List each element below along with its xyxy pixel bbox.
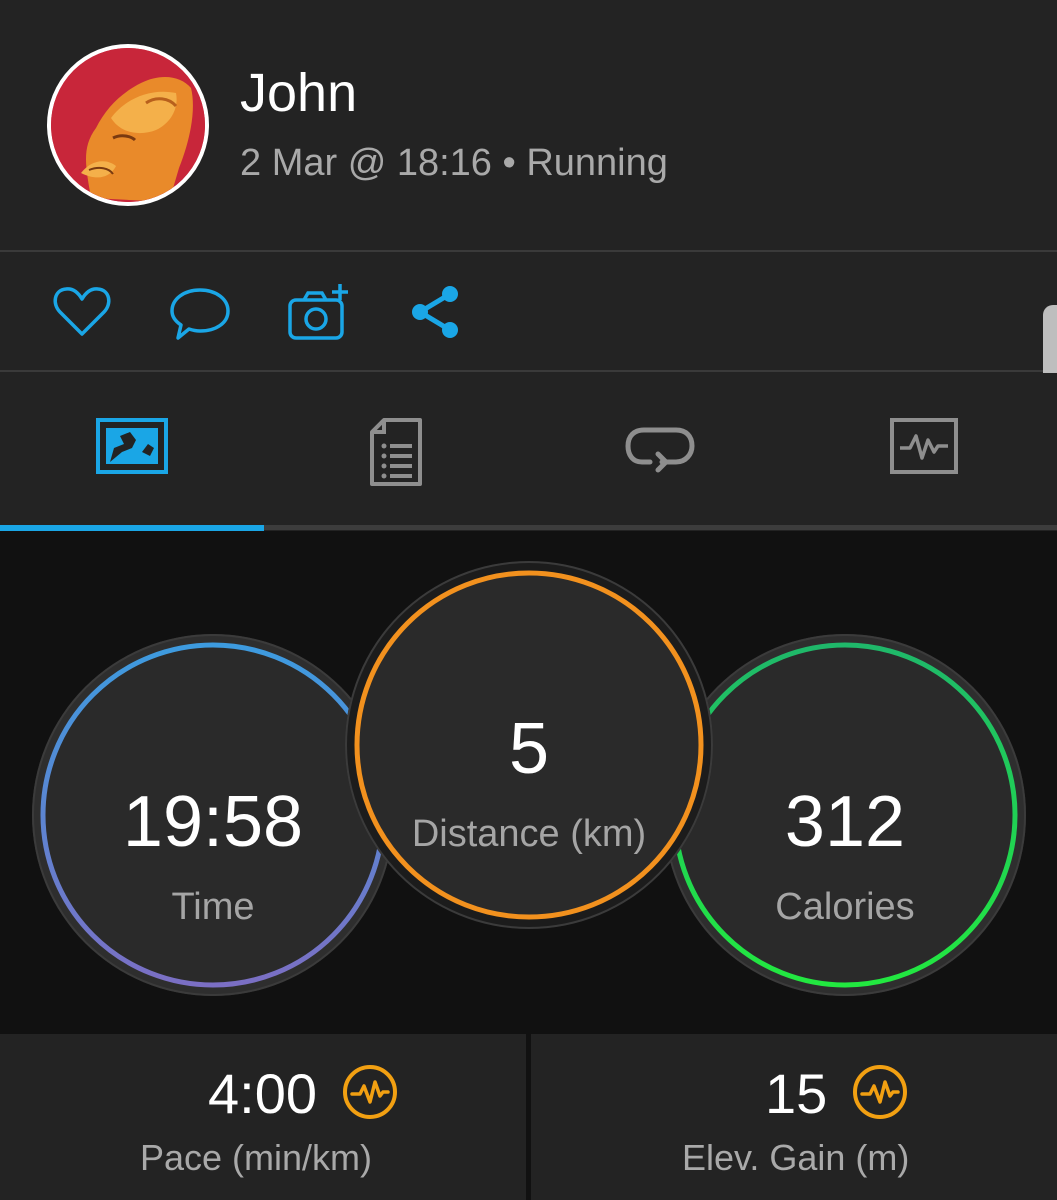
elevation-cell: 15 Elev. Gain (m) bbox=[531, 1034, 1057, 1200]
pace-label: Pace (min/km) bbox=[140, 1137, 373, 1178]
avatar[interactable] bbox=[47, 44, 209, 206]
chart-icon bbox=[890, 418, 958, 474]
stats-panel: 19:58 Time 312 Calories 5 Distance (km) bbox=[0, 531, 1057, 1034]
overview-map-icon bbox=[96, 418, 168, 474]
details-tab[interactable] bbox=[264, 373, 528, 527]
charts-tab[interactable] bbox=[792, 373, 1056, 527]
divider bbox=[0, 370, 1057, 372]
lion-avatar-icon bbox=[51, 48, 205, 202]
add-photo-icon[interactable] bbox=[286, 280, 350, 344]
share-icon[interactable] bbox=[404, 280, 468, 344]
pace-cell: 4:00 Pace (min/km) bbox=[0, 1034, 526, 1200]
loop-icon bbox=[625, 427, 695, 473]
distance-value: 5 bbox=[508, 709, 550, 789]
calories-label: Calories bbox=[775, 886, 915, 928]
distance-ring: 5 Distance (km) bbox=[345, 561, 713, 929]
time-ring: 19:58 Time bbox=[32, 634, 394, 996]
calories-value: 312 bbox=[784, 782, 906, 862]
metrics-row: 4:00 Pace (min/km) 15 Elev. Gain (m) bbox=[0, 1034, 1057, 1200]
action-bar bbox=[0, 252, 1057, 370]
elevation-pulse-icon[interactable] bbox=[852, 1064, 908, 1120]
distance-label: Distance (km) bbox=[411, 813, 647, 855]
elevation-label: Elev. Gain (m) bbox=[682, 1137, 910, 1178]
tab-bar bbox=[0, 373, 1057, 531]
comment-icon[interactable] bbox=[168, 280, 232, 344]
time-value: 19:58 bbox=[122, 782, 304, 862]
heart-icon[interactable] bbox=[50, 280, 114, 344]
calories-ring: 312 Calories bbox=[664, 634, 1026, 996]
user-name: John bbox=[240, 63, 358, 123]
overview-tab[interactable] bbox=[0, 373, 264, 527]
activity-header: John 2 Mar @ 18:16 • Running bbox=[0, 0, 1057, 250]
pace-pulse-icon[interactable] bbox=[342, 1064, 398, 1120]
elevation-value: 15 bbox=[765, 1062, 828, 1125]
time-label: Time bbox=[171, 886, 255, 928]
document-icon bbox=[370, 418, 422, 486]
laps-tab[interactable] bbox=[528, 373, 792, 527]
pace-value: 4:00 bbox=[208, 1062, 317, 1125]
activity-subtitle: 2 Mar @ 18:16 • Running bbox=[240, 142, 668, 184]
